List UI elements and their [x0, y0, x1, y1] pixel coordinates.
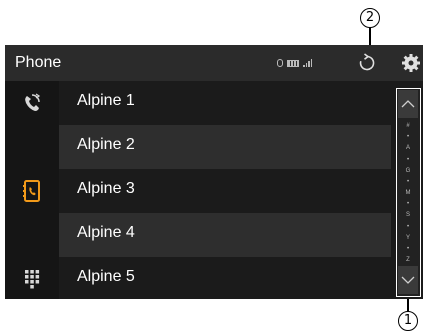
sidebar-item-contacts[interactable]	[5, 169, 59, 213]
contact-name: Alpine 1	[77, 92, 135, 109]
gear-icon[interactable]	[401, 53, 421, 73]
callout-1: 1	[398, 311, 418, 331]
refresh-icon[interactable]	[357, 53, 377, 73]
contact-name: Alpine 4	[77, 224, 135, 241]
contact-list: Alpine 1 Alpine 2 Alpine 3 Alpine 4 Alpi…	[59, 81, 391, 299]
contact-name: Alpine 3	[77, 180, 135, 197]
scroll-down-button[interactable]	[398, 266, 418, 294]
phone-screen: Phone Alpine 1 Alpine 2 Alpine 3 Alpine …	[5, 45, 423, 299]
contact-row[interactable]: Alpine 2	[59, 125, 391, 169]
index-separator: •	[406, 134, 410, 141]
keypad-icon	[25, 270, 40, 289]
index-letter[interactable]: A	[397, 145, 419, 151]
callout-2: 2	[360, 8, 380, 28]
index-separator: •	[406, 178, 410, 185]
sidebar-item-recent-calls[interactable]	[5, 81, 59, 125]
index-separator: •	[406, 156, 410, 163]
page-title: Phone	[15, 54, 62, 71]
sidebar	[5, 81, 59, 299]
contact-row[interactable]: Alpine 3	[59, 169, 391, 213]
recent-calls-icon	[25, 93, 41, 111]
contact-row[interactable]: Alpine 5	[59, 257, 391, 299]
contact-row[interactable]: Alpine 4	[59, 213, 391, 257]
index-letter[interactable]: Y	[397, 235, 419, 241]
contact-row[interactable]: Alpine 1	[59, 81, 391, 125]
signal-icon	[303, 59, 312, 67]
index-separator: •	[406, 201, 410, 208]
status-indicators	[277, 59, 312, 67]
alphabet-index-scrollbar[interactable]: # • A • G • M • S • Y • Z	[396, 88, 421, 297]
index-letter[interactable]: M	[397, 190, 419, 196]
chevron-down-icon	[401, 276, 415, 284]
sidebar-item-keypad[interactable]	[5, 257, 59, 299]
index-separator: •	[406, 223, 410, 230]
contact-name: Alpine 5	[77, 268, 135, 285]
contacts-icon	[23, 180, 40, 202]
chevron-up-icon	[401, 100, 415, 108]
index-letter[interactable]: #	[397, 123, 419, 129]
index-separator: •	[406, 245, 410, 252]
scroll-up-button[interactable]	[398, 90, 418, 118]
battery-icon	[287, 59, 299, 67]
index-letter[interactable]: G	[397, 168, 419, 174]
index-letter[interactable]: Z	[397, 257, 419, 263]
index-letter[interactable]: S	[397, 212, 419, 218]
header-bar: Phone	[5, 45, 423, 81]
bluetooth-icon	[277, 59, 283, 67]
contact-name: Alpine 2	[77, 136, 135, 153]
